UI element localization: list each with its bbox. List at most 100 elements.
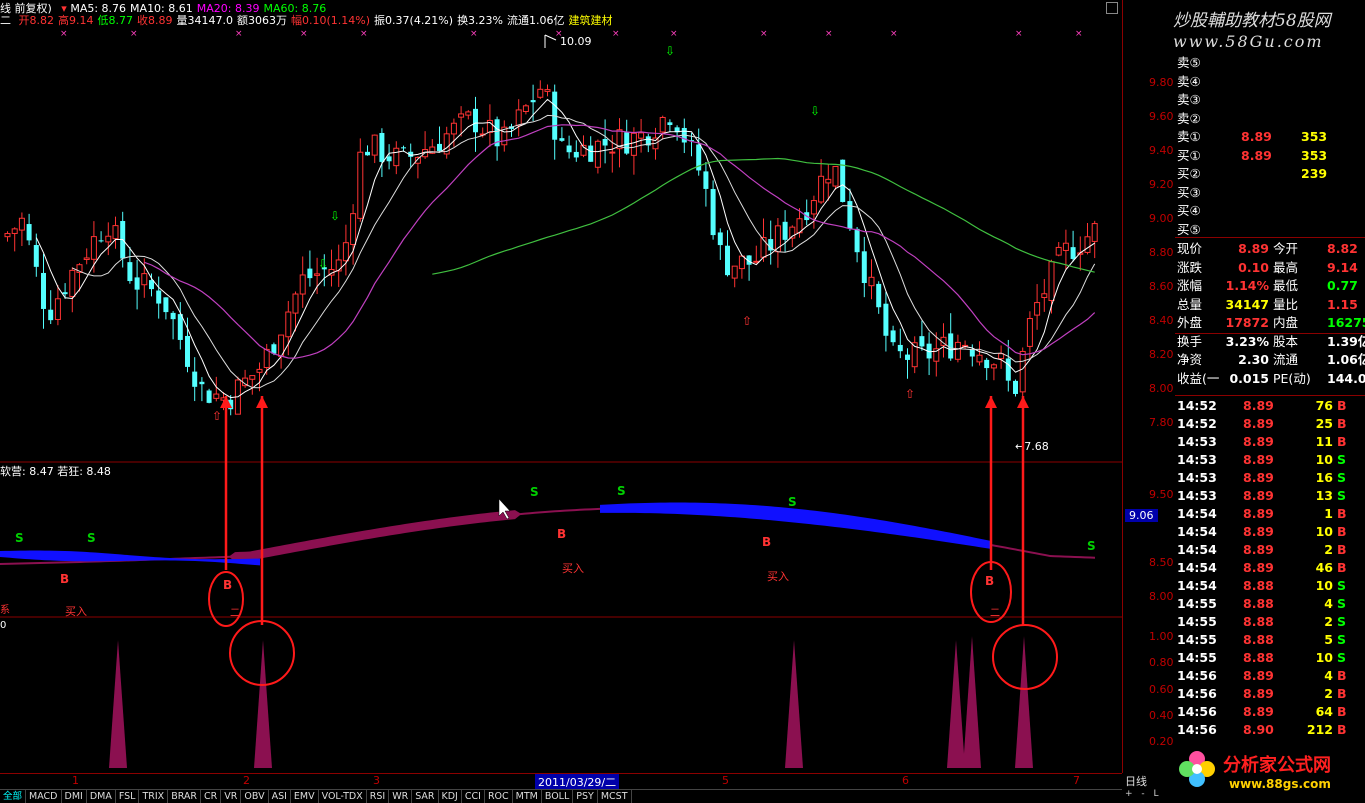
candle-body-up <box>522 105 529 112</box>
tab-psy[interactable]: PSY <box>573 790 598 803</box>
tab-trix[interactable]: TRIX <box>139 790 169 803</box>
tick-volume: 2 <box>1324 614 1333 629</box>
tick-price: 8.89 <box>1243 686 1274 701</box>
price-axis-label: 8.60 <box>1149 280 1174 293</box>
sell-signal-label: S <box>530 485 539 499</box>
indicator-tab-bar[interactable]: 全部 MACD DMI DMA FSL TRIX BRAR CR VR OBV ASI EMV VOL-… <box>0 789 1122 803</box>
candle-body-down <box>33 245 39 267</box>
tab-emv[interactable]: EMV <box>291 790 319 803</box>
tick-side: B <box>1337 416 1347 431</box>
tick-side: S <box>1337 632 1347 647</box>
ask-row[interactable]: 卖② <box>1177 110 1365 128</box>
ask-row[interactable]: 卖⑤ <box>1177 54 1365 72</box>
level-label: 卖④ <box>1177 73 1201 89</box>
panel-controls[interactable]: + - L <box>1125 789 1159 799</box>
high-price-label: 10.09 <box>560 35 592 48</box>
candle-body-up <box>314 273 321 276</box>
tick-side: B <box>1337 398 1347 413</box>
chart-area[interactable]: 线 前复权) ▾ MA5: 8.76 MA10: 8.61 MA20: 8.39 MA… <box>0 0 1122 803</box>
candle-body-down <box>890 330 896 343</box>
indicator-axis-label: 9.50 <box>1149 488 1174 501</box>
tick-side: S <box>1337 578 1347 593</box>
candle-body-down <box>717 232 723 246</box>
quote-row: 涨幅 1.14% 最低 0.77 <box>1177 277 1365 294</box>
candle-body-down <box>919 336 925 347</box>
tab-asi[interactable]: ASI <box>269 790 291 803</box>
tab-sar[interactable]: SAR <box>412 790 439 803</box>
ask-row[interactable]: 卖③ <box>1177 91 1365 109</box>
tab-mtm[interactable]: MTM <box>513 790 542 803</box>
bid-row[interactable]: 买③ <box>1177 184 1365 202</box>
quote-row: 换手 3.23% 股本 1.39亿 <box>1177 333 1365 350</box>
signal-dot: × <box>1015 29 1023 39</box>
tick-time: 14:56 <box>1177 722 1217 737</box>
volume-axis-label: 0.60 <box>1149 683 1174 696</box>
tick-time: 14:54 <box>1177 560 1217 575</box>
candle-body-up <box>11 228 18 234</box>
tab-dmi[interactable]: DMI <box>62 790 87 803</box>
quote-row: 现价 8.89 今开 8.82 <box>1177 240 1365 257</box>
ask-row[interactable]: 卖④ <box>1177 73 1365 91</box>
quote-value: 0.015 <box>1229 370 1269 386</box>
tab-obv[interactable]: OBV <box>241 790 269 803</box>
price-axis-label: 9.20 <box>1149 178 1174 191</box>
bid-row[interactable]: 买⑤ <box>1177 221 1365 239</box>
signal-dot: × <box>1075 29 1083 39</box>
tick-time: 14:56 <box>1177 668 1217 683</box>
tick-volume: 10 <box>1315 452 1333 467</box>
tab-dma[interactable]: DMA <box>87 790 116 803</box>
period-label[interactable]: 日线 <box>1125 773 1147 789</box>
bid-row[interactable]: 买② 239 <box>1177 165 1365 183</box>
lock-icon[interactable]: L <box>1154 789 1159 799</box>
candle-body-down <box>170 312 176 320</box>
tab-rsi[interactable]: RSI <box>367 790 390 803</box>
candle-body-down <box>948 333 954 359</box>
candle-body-up <box>299 274 306 295</box>
tick-row: 14:53 8.89 11 B <box>1177 433 1365 451</box>
tick-row: 14:56 8.89 4 B <box>1177 667 1365 685</box>
tab--[interactable]: 全部 <box>0 790 27 803</box>
zoom-in-icon[interactable]: + <box>1125 789 1133 799</box>
candle-body-up <box>18 217 25 231</box>
tick-side: B <box>1337 434 1347 449</box>
tab-kdj[interactable]: KDJ <box>439 790 462 803</box>
price-axis-label: 8.80 <box>1149 246 1174 259</box>
quote-key: 总量 <box>1177 296 1203 312</box>
price-axis-label: 8.40 <box>1149 314 1174 327</box>
tick-side: S <box>1337 452 1347 467</box>
candle-body-up <box>638 132 645 139</box>
tick-row: 14:54 8.89 1 B <box>1177 505 1365 523</box>
tab-boll[interactable]: BOLL <box>542 790 574 803</box>
candle-body-down <box>48 309 54 321</box>
tab-cr[interactable]: CR <box>201 790 222 803</box>
bid-row[interactable]: 买④ <box>1177 202 1365 220</box>
bid-row[interactable]: 买① 8.89 353 <box>1177 147 1365 165</box>
tab-vr[interactable]: VR <box>221 790 242 803</box>
ask-row[interactable]: 卖① 8.89 353 <box>1177 128 1365 146</box>
tab-vol-tdx[interactable]: VOL-TDX <box>319 790 367 803</box>
quote-key: 收益(一 <box>1177 370 1220 386</box>
candle-body-up <box>357 151 364 219</box>
quote-value: 0.10 <box>1238 259 1269 275</box>
candle-body-up <box>256 368 263 373</box>
candle-body-up <box>350 213 357 245</box>
tick-side: S <box>1337 488 1347 503</box>
quote-row: 总量 34147 量比 1.15 <box>1177 296 1365 313</box>
tick-time: 14:53 <box>1177 434 1217 449</box>
candle-body-down <box>386 156 392 162</box>
candle-body-down <box>530 100 536 103</box>
tab-cci[interactable]: CCI <box>462 790 485 803</box>
tab-roc[interactable]: ROC <box>485 790 513 803</box>
tick-price: 8.88 <box>1243 596 1274 611</box>
tab-macd[interactable]: MACD <box>26 790 62 803</box>
tab-brar[interactable]: BRAR <box>168 790 202 803</box>
tick-volume: 10 <box>1315 650 1333 665</box>
tab-fsl[interactable]: FSL <box>116 790 140 803</box>
price-axis-label: 9.80 <box>1149 76 1174 89</box>
candle-body-down <box>897 344 903 352</box>
zoom-out-icon[interactable]: - <box>1141 789 1144 799</box>
tick-price: 8.89 <box>1243 398 1274 413</box>
tab-mcst[interactable]: MCST <box>598 790 632 803</box>
tab-wr[interactable]: WR <box>389 790 413 803</box>
candle-body-up <box>630 132 637 156</box>
